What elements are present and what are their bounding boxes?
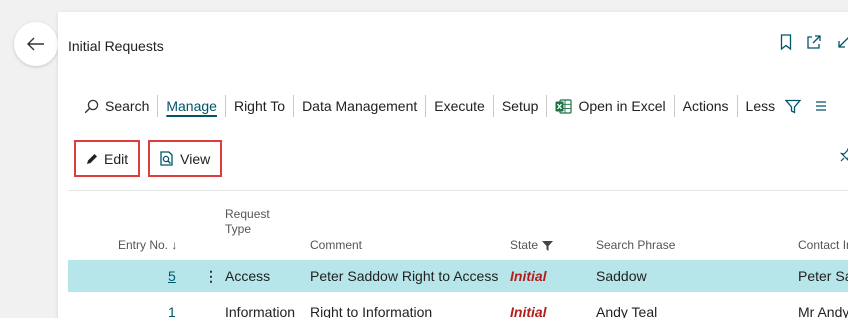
- collapse-icon[interactable]: [836, 34, 848, 50]
- pin-icon[interactable]: [840, 148, 848, 162]
- manage-tab-label: Manage: [166, 98, 217, 114]
- edit-button[interactable]: Edit: [74, 140, 141, 177]
- setup-tab-label: Setup: [501, 98, 539, 114]
- manage-tab[interactable]: Manage: [158, 95, 225, 117]
- search-icon: [84, 99, 99, 113]
- actions-tab-label: Actions: [682, 98, 729, 114]
- back-button[interactable]: [14, 22, 58, 66]
- page-title: Initial Requests: [68, 38, 164, 54]
- execute-tab-label: Execute: [434, 98, 485, 114]
- less-button-label: Less: [745, 98, 776, 114]
- view-button-label: View: [180, 150, 211, 167]
- execute-tab[interactable]: Execute: [426, 95, 493, 117]
- column-header-state-label: State: [510, 238, 539, 252]
- open-in-excel-label: Open in Excel: [578, 98, 666, 114]
- request-type-cell: Information: [225, 304, 296, 318]
- open-in-excel-button[interactable]: Open in Excel: [547, 95, 673, 117]
- setup-tab[interactable]: Setup: [494, 95, 547, 117]
- excel-icon: [555, 98, 573, 114]
- contact-cell: Mr Andy: [798, 304, 848, 318]
- row-actions-icon[interactable]: ⋮: [204, 260, 218, 292]
- entry-no-link[interactable]: 1: [168, 296, 176, 318]
- column-header-entry-no[interactable]: Entry No. ↓: [118, 238, 177, 253]
- title-icons: [780, 34, 848, 50]
- table-row[interactable]: 1 Information Right to Information Initi…: [68, 296, 848, 318]
- sub-action-bar: Edit View: [74, 140, 223, 177]
- state-cell: Initial: [510, 304, 547, 318]
- state-cell: Initial: [510, 268, 547, 284]
- arrow-left-icon: [27, 37, 44, 51]
- less-button[interactable]: Less: [738, 95, 836, 117]
- column-header-contact[interactable]: Contact In: [798, 238, 848, 253]
- search-phrase-cell: Saddow: [596, 268, 647, 284]
- view-button[interactable]: View: [148, 140, 223, 177]
- page-card: Initial Requests Search Manage Right To: [58, 12, 848, 318]
- right-to-tab-label: Right To: [233, 98, 286, 114]
- pencil-icon: [87, 153, 97, 164]
- filter-funnel-icon: [542, 240, 554, 251]
- column-header-request-type[interactable]: Request Type: [225, 207, 285, 237]
- search-action[interactable]: Search: [76, 95, 157, 117]
- actions-tab[interactable]: Actions: [675, 95, 737, 117]
- entry-no-link[interactable]: 5: [168, 260, 176, 292]
- action-bar: Search Manage Right To Data Management E…: [76, 94, 835, 118]
- list-icon[interactable]: [815, 100, 827, 112]
- comment-cell: Peter Saddow Right to Access: [310, 268, 499, 284]
- data-management-tab[interactable]: Data Management: [294, 95, 425, 117]
- filter-icon[interactable]: [785, 99, 802, 114]
- search-phrase-cell: Andy Teal: [596, 304, 658, 318]
- bookmark-icon[interactable]: [780, 34, 792, 50]
- comment-cell: Right to Information: [310, 304, 433, 318]
- search-action-label: Search: [105, 98, 150, 114]
- table-row[interactable]: 5 ⋮ Access Peter Saddow Right to Access …: [68, 260, 848, 292]
- contact-cell: Peter Saf: [798, 268, 848, 284]
- column-header-comment[interactable]: Comment: [310, 238, 362, 253]
- edit-button-label: Edit: [104, 150, 129, 167]
- column-header-state[interactable]: State: [510, 238, 554, 253]
- view-document-icon: [160, 151, 173, 166]
- right-to-tab[interactable]: Right To: [226, 95, 293, 117]
- data-management-tab-label: Data Management: [302, 98, 418, 114]
- request-type-cell: Access: [225, 268, 271, 284]
- divider: [68, 190, 848, 191]
- column-header-search-phrase[interactable]: Search Phrase: [596, 238, 675, 253]
- open-new-window-icon[interactable]: [806, 34, 822, 50]
